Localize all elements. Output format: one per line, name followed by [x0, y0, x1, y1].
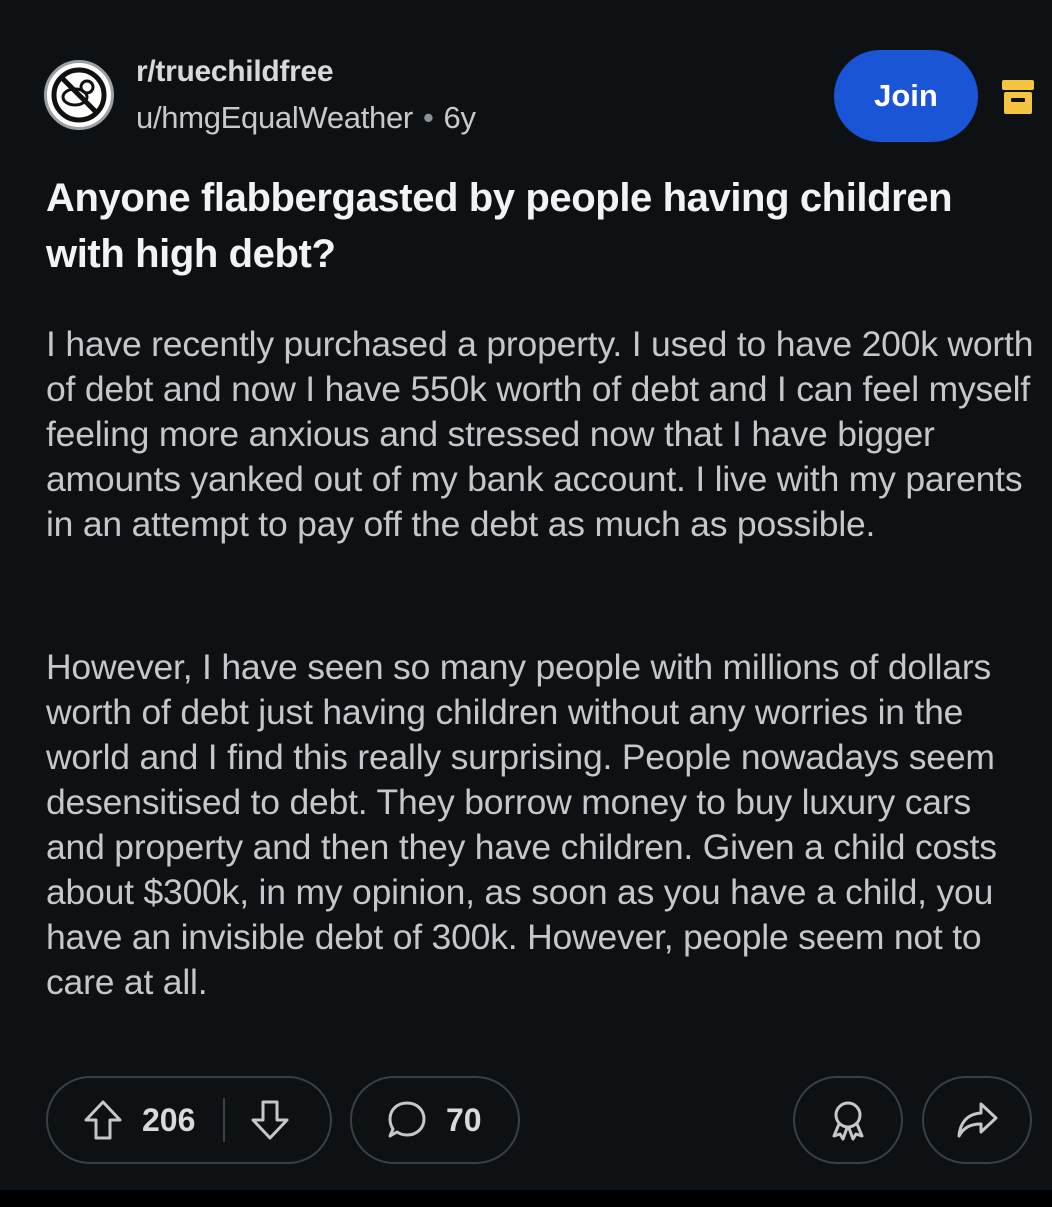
subreddit-avatar[interactable]	[44, 60, 114, 130]
comment-bubble-icon	[388, 1101, 426, 1138]
post-body-paragraph-2: However, I have seen so many people with…	[46, 647, 997, 1002]
share-button[interactable]	[922, 1076, 1032, 1164]
downvote-arrow-icon	[251, 1100, 289, 1140]
author-username[interactable]: u/hmgEqualWeather	[136, 100, 413, 135]
award-button[interactable]	[793, 1076, 903, 1164]
vote-bar: 206	[46, 1076, 332, 1164]
comments-button[interactable]: 70	[350, 1076, 520, 1164]
post-title: Anyone flabbergasted by people having ch…	[46, 176, 953, 276]
upvote-arrow-icon	[84, 1100, 122, 1140]
join-button[interactable]: Join	[834, 50, 978, 142]
archive-icon[interactable]	[1000, 76, 1036, 116]
vote-divider	[223, 1098, 226, 1142]
post-meta: u/hmgEqualWeather • 6y	[136, 100, 476, 136]
upvote-count: 206	[142, 1101, 196, 1138]
post-age: 6y	[443, 100, 476, 135]
downvote-button[interactable]	[249, 1098, 291, 1142]
comment-count: 70	[446, 1101, 482, 1138]
subreddit-name[interactable]: r/truechildfree	[136, 55, 334, 89]
share-arrow-icon	[957, 1102, 998, 1138]
meta-separator: •	[422, 100, 434, 135]
post-card: r/truechildfree u/hmgEqualWeather • 6y Joi…	[0, 0, 1052, 1190]
upvote-button[interactable]	[82, 1098, 124, 1142]
award-icon	[832, 1101, 864, 1141]
no-baby-icon	[51, 67, 107, 123]
post-body-paragraph-1: I have recently purchased a property. I …	[46, 324, 1034, 544]
